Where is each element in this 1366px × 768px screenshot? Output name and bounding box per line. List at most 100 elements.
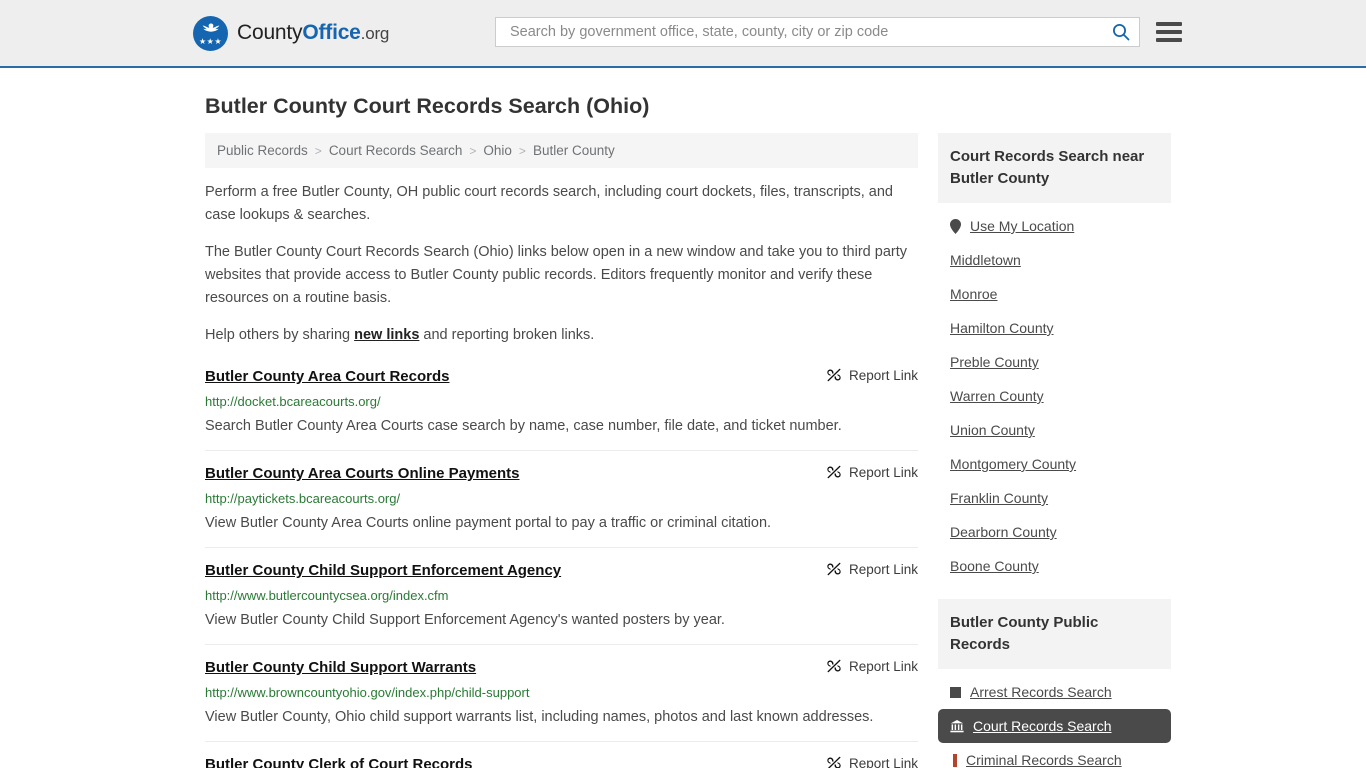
broken-link-icon [827,368,841,382]
breadcrumb: Public Records > Court Records Search > … [205,133,918,168]
result-url[interactable]: http://docket.bcareacourts.org/ [205,393,918,410]
sidebar-item-label: Montgomery County [950,456,1077,472]
sidebar-item-label: Middletown [950,252,1021,268]
intro-text: Perform a free Butler County, OH public … [205,181,918,347]
logo-text-org: .org [360,24,390,43]
eagle-stars-seal-icon: ★★★ [193,15,228,51]
sidebar-item-criminal-records-search[interactable]: Criminal Records Search [938,743,1171,768]
report-link-button[interactable]: Report Link [814,755,918,768]
sidebar-item-label: Monroe [950,286,998,302]
courthouse-icon [950,720,964,733]
sidebar-panel-public-records: Butler County Public Records Arrest Reco… [938,599,1171,768]
report-link-button[interactable]: Report Link [814,561,918,577]
result-description: View Butler County Child Support Enforce… [205,612,725,628]
result-title[interactable]: Butler County Clerk of Court Records [205,755,473,768]
sidebar-item-label: Criminal Records Search [966,752,1122,768]
breadcrumb-separator: > [518,143,526,158]
result-title[interactable]: Butler County Child Support Enforcement … [205,561,561,581]
breadcrumb-item-court-records-search[interactable]: Court Records Search [329,143,463,158]
site-logo[interactable]: ★★★ CountyOffice.org [193,15,389,51]
sidebar-public-records-list: Arrest Records Search Court Records Sear… [938,669,1171,768]
report-link-label: Report Link [848,755,918,768]
result-header: Butler County Child Support Enforcement … [205,561,918,581]
sidebar-item-label: Hamilton County [950,320,1054,336]
sidebar-item-monroe[interactable]: Monroe [938,277,1171,311]
sidebar-item-label: Union County [950,422,1035,438]
sidebar-public-records-heading: Butler County Public Records [938,599,1171,669]
square-icon [950,686,961,698]
map-pin-icon [950,218,961,234]
result-title[interactable]: Butler County Area Courts Online Payment… [205,464,520,484]
broken-link-icon [827,465,841,479]
result-url[interactable]: http://www.butlercountycsea.org/index.cf… [205,587,918,604]
result-title[interactable]: Butler County Child Support Warrants [205,658,476,678]
result-title[interactable]: Butler County Area Court Records [205,367,449,387]
hamburger-menu-icon[interactable] [1156,22,1182,42]
result-description: Search Butler County Area Courts case se… [205,418,842,434]
result-header: Butler County Area Court Records Report … [205,367,918,387]
breadcrumb-separator: > [314,143,322,158]
sidebar-item-union-county[interactable]: Union County [938,413,1171,447]
breadcrumb-item-public-records[interactable]: Public Records [217,143,308,158]
result-url[interactable]: http://paytickets.bcareacourts.org/ [205,490,918,507]
sidebar-nearby-heading: Court Records Search near Butler County [938,133,1171,203]
intro-paragraph-1: Perform a free Butler County, OH public … [205,184,893,223]
logo-text: CountyOffice.org [237,21,389,45]
sidebar-item-hamilton-county[interactable]: Hamilton County [938,311,1171,345]
hamburger-bar [1156,38,1182,42]
result-header: Butler County Clerk of Court Records Rep… [205,755,918,768]
sidebar: Court Records Search near Butler County … [938,133,1171,768]
sidebar-item-montgomery-county[interactable]: Montgomery County [938,447,1171,481]
report-link-button[interactable]: Report Link [814,658,918,674]
search-icon[interactable] [1111,22,1131,42]
sidebar-item-label: Franklin County [950,490,1049,506]
sidebar-item-franklin-county[interactable]: Franklin County [938,481,1171,515]
result-item: Butler County Area Court Records Report … [205,363,918,450]
result-url[interactable]: http://www.browncountyohio.gov/index.php… [205,684,918,701]
content-columns: Public Records > Court Records Search > … [205,133,1366,768]
report-link-label: Report Link [848,367,918,383]
sidebar-item-use-my-location[interactable]: Use My Location [938,209,1171,243]
sidebar-item-court-records-search[interactable]: Court Records Search [938,709,1171,743]
result-item: Butler County Child Support Warrants Rep… [205,644,918,741]
eagle-glyph [202,23,219,32]
broken-link-icon [827,659,841,673]
site-header: ★★★ CountyOffice.org [0,0,1366,68]
report-link-button[interactable]: Report Link [814,464,918,480]
page-title: Butler County Court Records Search (Ohio… [205,94,650,118]
sidebar-item-middletown[interactable]: Middletown [938,243,1171,277]
sidebar-item-label: Dearborn County [950,524,1057,540]
stars-glyph: ★★★ [198,36,223,46]
sidebar-item-dearborn-county[interactable]: Dearborn County [938,515,1171,549]
intro-paragraph-3: Help others by sharing new links and rep… [205,324,918,347]
report-link-label: Report Link [848,658,918,674]
sidebar-item-arrest-records-search[interactable]: Arrest Records Search [938,675,1171,709]
search-box[interactable] [495,17,1140,47]
sidebar-item-label: Arrest Records Search [970,684,1112,700]
report-link-button[interactable]: Report Link [814,367,918,383]
report-link-label: Report Link [848,464,918,480]
result-description: View Butler County Area Courts online pa… [205,515,772,531]
hamburger-bar [1156,22,1182,26]
sidebar-panel-nearby: Court Records Search near Butler County … [938,133,1171,583]
sidebar-item-label: Use My Location [970,218,1075,234]
breadcrumb-item-butler-county[interactable]: Butler County [533,143,615,158]
sidebar-item-label: Court Records Search [973,718,1112,734]
result-header: Butler County Area Courts Online Payment… [205,464,918,484]
sidebar-item-label: Warren County [950,388,1044,404]
result-header: Butler County Child Support Warrants Rep… [205,658,918,678]
sidebar-item-boone-county[interactable]: Boone County [938,549,1171,583]
breadcrumb-separator: > [469,143,477,158]
sidebar-item-preble-county[interactable]: Preble County [938,345,1171,379]
intro-paragraph-2: The Butler County Court Records Search (… [205,244,907,306]
sidebar-item-warren-county[interactable]: Warren County [938,379,1171,413]
intro-p3-after: and reporting broken links. [419,327,595,343]
breadcrumb-item-ohio[interactable]: Ohio [483,143,512,158]
search-input[interactable] [508,23,1111,41]
logo-text-county: County [237,21,303,44]
sidebar-item-label: Boone County [950,558,1039,574]
result-item: Butler County Area Courts Online Payment… [205,450,918,547]
sidebar-nearby-list: Use My Location Middletown Monroe Hamilt… [938,203,1171,583]
bar-icon [953,753,957,767]
new-links-link[interactable]: new links [354,327,419,343]
